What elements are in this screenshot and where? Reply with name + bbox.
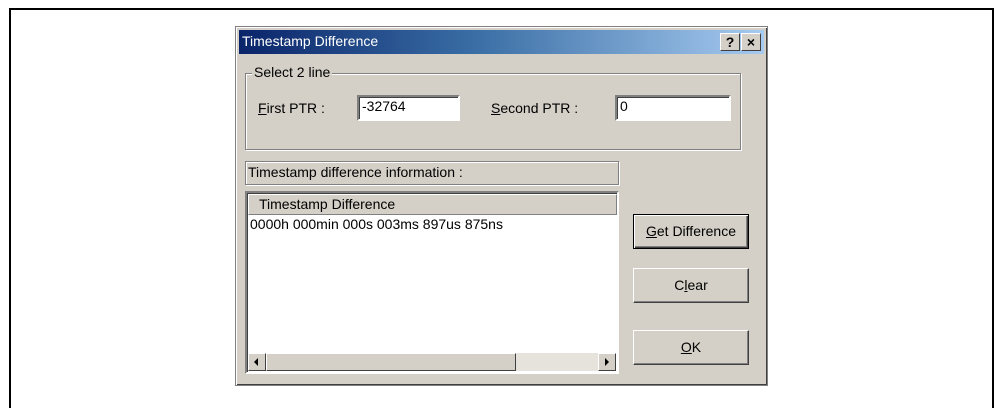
- scroll-right-button[interactable]: [598, 353, 616, 371]
- info-label-box: Timestamp difference information :: [245, 161, 619, 185]
- help-button[interactable]: ?: [720, 33, 740, 51]
- list-item[interactable]: 0000h 000min 000s 003ms 897us 875ns: [250, 216, 503, 232]
- arrow-right-icon: [605, 358, 609, 366]
- select-lines-group-label: Select 2 line: [252, 64, 333, 80]
- title-bar: Timestamp Difference ? ×: [239, 30, 764, 54]
- select-lines-group: Select 2 line First PTR : -32764 Second …: [245, 64, 741, 150]
- get-difference-button[interactable]: Get Difference: [633, 214, 749, 249]
- clear-button[interactable]: Clear: [633, 268, 749, 303]
- second-ptr-label: Second PTR :: [491, 100, 579, 116]
- ok-button[interactable]: OK: [633, 330, 749, 365]
- scroll-left-button[interactable]: [248, 353, 266, 371]
- arrow-left-icon: [254, 358, 258, 366]
- column-header-timestamp-difference[interactable]: Timestamp Difference: [248, 194, 617, 215]
- close-button[interactable]: ×: [741, 33, 761, 51]
- first-ptr-input[interactable]: -32764: [357, 95, 460, 121]
- timestamp-difference-dialog: Timestamp Difference ? × Select 2 line F…: [235, 26, 768, 386]
- timestamp-difference-list[interactable]: Timestamp Difference 0000h 000min 000s 0…: [245, 191, 619, 374]
- first-ptr-label: First PTR :: [258, 100, 325, 116]
- scroll-thumb[interactable]: [266, 353, 516, 371]
- dialog-title: Timestamp Difference: [242, 33, 379, 49]
- second-ptr-input[interactable]: 0: [615, 95, 731, 121]
- horizontal-scrollbar[interactable]: [248, 353, 616, 371]
